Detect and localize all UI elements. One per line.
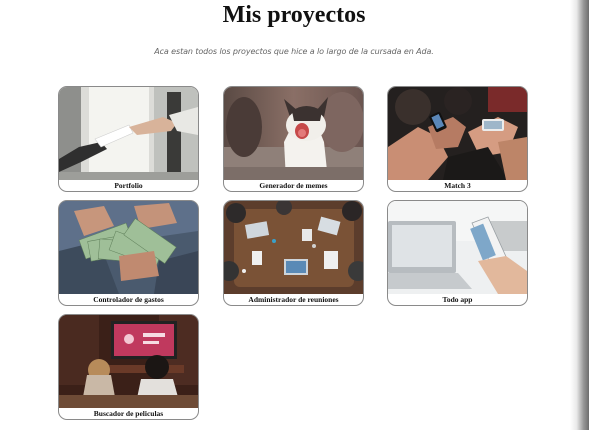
page: Mis proyectos Aca estan todos los proyec… [0,0,570,430]
meeting-table-laptops-photo [224,201,363,294]
project-card-generador-de-memes[interactable]: Generador de memes [223,86,364,192]
project-title: Portfolio [114,181,143,190]
window-edge-shadow [570,0,589,430]
project-card-match-3[interactable]: Match 3 [387,86,528,192]
hand-holding-phone-laptop-photo [388,201,527,294]
project-title: Todo app [442,295,473,304]
page-title: Mis proyectos [222,2,366,28]
couple-watching-tv-photo [59,315,198,408]
people-holding-phones-photo [388,87,527,180]
page-subtitle: Aca estan todos los proyectos que hice a… [154,47,434,56]
handshake-papers-photo [59,87,198,180]
hands-counting-dollars-photo [59,201,198,294]
project-title: Match 3 [444,181,471,190]
project-card-todo-app[interactable]: Todo app [387,200,528,306]
yawning-cat-photo [224,87,363,180]
project-card-portfolio[interactable]: Portfolio [58,86,199,192]
project-title: Buscador de peliculas [93,409,164,418]
project-card-controlador-de-gastos[interactable]: Controlador de gastos [58,200,199,306]
project-card-administrador-de-reuniones[interactable]: Administrador de reuniones [223,200,364,306]
project-title: Administrador de reuniones [248,295,339,304]
project-title: Controlador de gastos [93,295,164,304]
project-card-buscador-de-peliculas[interactable]: Buscador de peliculas [58,314,199,420]
project-title: Generador de memes [259,181,328,190]
